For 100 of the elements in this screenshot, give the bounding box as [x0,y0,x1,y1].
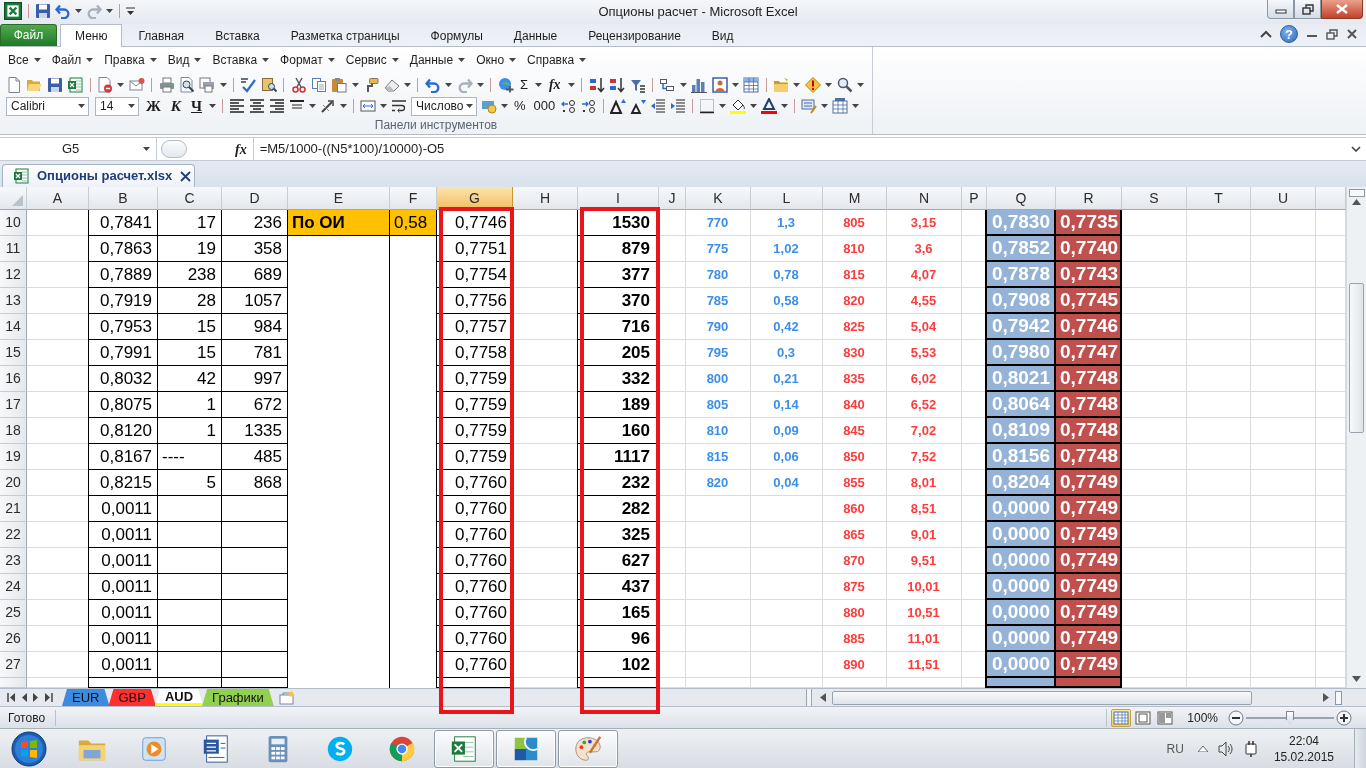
check-mark-icon[interactable] [240,77,257,93]
align-right-icon[interactable] [269,98,286,114]
caret-icon[interactable] [149,58,157,62]
outline-icon[interactable] [659,77,676,93]
caret-icon[interactable] [679,83,687,87]
caret-icon[interactable] [852,104,860,108]
row-header[interactable]: 18 [0,418,27,444]
scroll-right-icon[interactable] [1323,693,1329,702]
caret-icon[interactable] [719,104,727,108]
ribbon-tab[interactable]: Формулы [415,25,498,46]
angled-arrow-icon[interactable] [320,98,337,114]
view-button[interactable] [1111,708,1132,727]
caret-icon[interactable] [86,58,94,62]
split-handle[interactable] [806,689,812,706]
bar-chart-icon[interactable] [691,77,708,93]
column-header[interactable]: T [1187,187,1251,210]
sheet-tab[interactable]: AUD [154,689,204,706]
menu-item[interactable]: Вставка [210,52,272,68]
row-header[interactable]: 25 [0,600,27,626]
column-header[interactable]: C [158,187,222,210]
copy-icon[interactable] [311,77,328,93]
file-menu-button[interactable]: Файл [0,24,57,46]
caret-icon[interactable] [194,58,202,62]
caret-icon[interactable] [793,83,801,87]
spreadsheet-icon[interactable] [4,2,22,20]
menu-item[interactable]: Правка [102,52,159,68]
merge-cells-icon[interactable] [360,98,377,114]
ribbon-tab[interactable]: Разметка страницы [275,25,415,46]
close-button[interactable] [1321,0,1363,19]
split-handle[interactable] [1335,690,1342,705]
caret-icon[interactable] [821,104,829,108]
ribbon-tab[interactable]: Вид [696,25,749,46]
caret-icon[interactable] [857,83,865,87]
format-cells-icon[interactable] [832,98,849,114]
caret-icon[interactable] [262,58,270,62]
row-header[interactable]: 16 [0,366,27,392]
indent-decrease-icon[interactable] [650,98,667,114]
blank-page-icon[interactable] [6,77,22,93]
book-magnifier-icon[interactable] [260,77,277,93]
name-box[interactable]: G5 [0,138,157,160]
tray-expand-icon[interactable] [1197,745,1208,752]
taskbar-button[interactable] [558,729,618,768]
caret-icon[interactable] [117,83,125,87]
font-name-dropdown[interactable]: Calibri [6,96,89,116]
align-center-icon[interactable] [249,98,266,114]
caret-icon[interactable] [219,83,227,87]
column-header[interactable]: P [962,187,987,210]
row-header[interactable]: 14 [0,314,27,340]
ribbon-tab[interactable]: Рецензирование [573,25,696,46]
caret-icon[interactable] [404,83,411,87]
eraser-icon[interactable] [383,77,400,93]
menu-item[interactable]: Справка [525,52,589,68]
caret-icon[interactable] [501,104,509,108]
taskbar-button[interactable] [434,729,494,768]
sort-descending-icon[interactable] [609,77,626,93]
sum-button[interactable]: Σ [518,76,531,94]
caret-icon[interactable] [351,83,359,87]
row-header[interactable]: 10 [0,210,27,236]
row-header[interactable]: 13 [0,288,27,314]
column-header[interactable]: J [659,187,686,210]
sort-ascending-icon[interactable] [588,77,605,93]
caret-icon[interactable] [825,83,833,87]
row-header[interactable]: 20 [0,470,27,496]
insert-function-button[interactable]: fx [229,138,253,160]
row-header[interactable]: 12 [0,262,27,288]
caret-icon[interactable] [750,104,758,108]
font-color-icon[interactable] [761,98,778,114]
last-sheet-icon[interactable] [45,693,53,702]
scrollbar-thumb[interactable] [1349,283,1364,433]
percent-button[interactable]: % [512,97,528,115]
column-header[interactable]: M [823,187,887,210]
caret-icon[interactable] [579,58,587,62]
undo-icon[interactable] [55,3,71,19]
sheet-tab[interactable]: EUR [62,689,110,706]
align-left-icon[interactable] [229,98,246,114]
caret-icon[interactable] [476,83,484,87]
split-handle[interactable] [1348,189,1365,197]
column-header[interactable]: A [27,187,89,210]
restore-button[interactable] [1294,0,1321,19]
speaker-icon[interactable] [1217,740,1234,757]
column-header[interactable]: B [89,187,158,210]
italic-button[interactable]: К [167,97,185,115]
scissors-icon[interactable] [290,77,307,93]
formula-field[interactable]: =M5/1000-((N5*100)/10000)-O5 [252,138,1346,160]
spreadsheet-icon[interactable] [67,77,84,93]
column-header[interactable]: K [686,187,751,210]
menu-item[interactable]: Окно [474,52,519,68]
power-plug-icon[interactable] [1243,740,1258,757]
caret-icon[interactable] [340,104,348,108]
view-button[interactable] [1133,708,1154,727]
number-format-dropdown[interactable]: Числово [411,96,478,116]
caret-icon[interactable] [391,58,399,62]
borders-icon[interactable] [699,98,716,114]
collapse-ribbon-icon[interactable] [1260,29,1272,39]
column-header[interactable]: S [1122,187,1187,210]
caret-icon[interactable] [143,147,150,151]
ribbon-tab[interactable]: Вставка [200,25,275,46]
column-header[interactable]: L [751,187,823,210]
row-header[interactable]: 23 [0,548,27,574]
column-header[interactable]: N [887,187,962,210]
